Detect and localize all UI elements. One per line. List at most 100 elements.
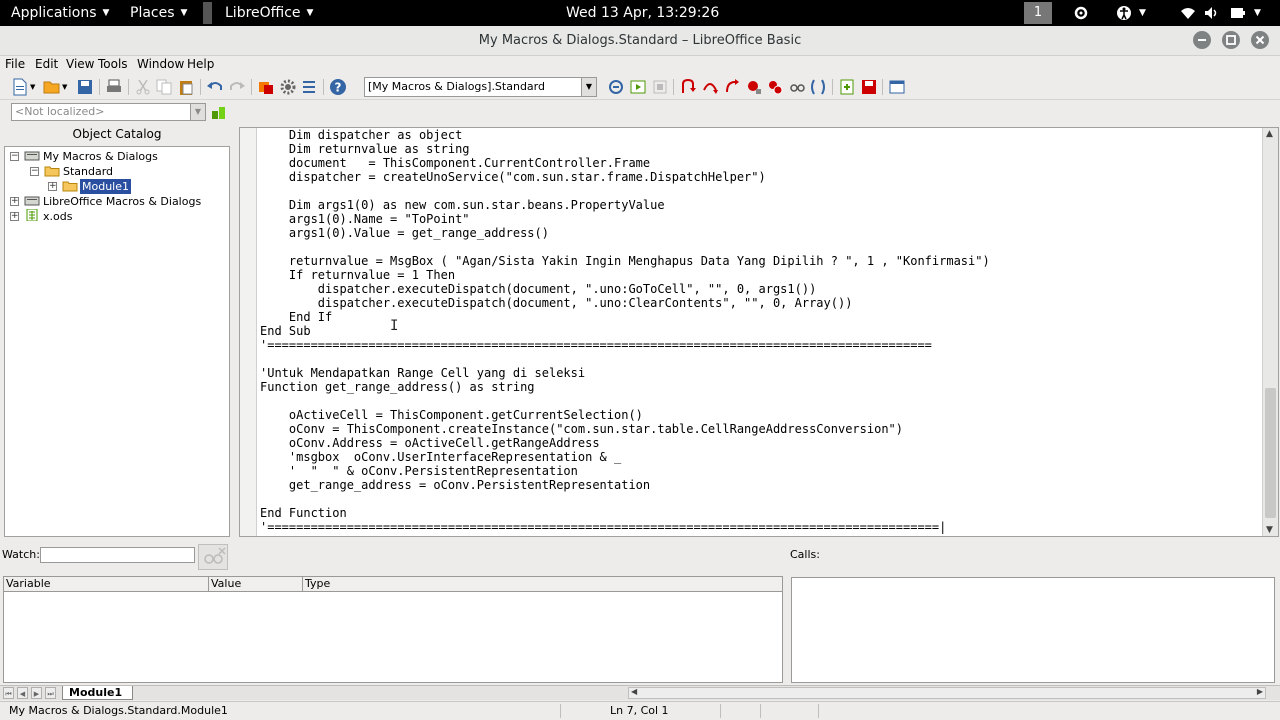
applications-menu[interactable]: Applications ▼ — [11, 0, 109, 26]
breakpoint-icon[interactable] — [745, 78, 763, 96]
print-icon[interactable] — [105, 78, 123, 96]
code-line[interactable]: End If — [260, 310, 1262, 324]
vertical-scrollbar[interactable]: ▲ ▼ — [1262, 128, 1278, 536]
menu-file[interactable]: File — [5, 57, 25, 71]
step-out-icon[interactable] — [723, 78, 741, 96]
battery-icon[interactable] — [1230, 5, 1246, 21]
column-value[interactable]: Value — [209, 577, 303, 591]
scroll-thumb[interactable] — [1265, 388, 1276, 518]
code-line[interactable]: Function get_range_address() as string — [260, 380, 1262, 394]
first-tab-icon[interactable]: ⏮ — [3, 687, 14, 699]
minimize-button[interactable] — [1193, 31, 1211, 49]
places-menu[interactable]: Places ▼ — [130, 0, 187, 26]
redo-icon[interactable] — [228, 78, 246, 96]
scroll-left-icon[interactable]: ◀ — [631, 687, 637, 696]
clock[interactable]: Wed 13 Apr, 13:29:26 — [566, 0, 719, 26]
tree-item-libreoffice-macros[interactable]: + LibreOffice Macros & Dialogs — [8, 194, 228, 209]
tree-item-module1[interactable]: + Module1 — [8, 179, 228, 194]
tree-item-x-ods[interactable]: + x.ods — [8, 209, 228, 224]
accessibility-icon[interactable] — [1116, 5, 1132, 21]
remove-watch-button[interactable] — [198, 544, 228, 570]
maximize-button[interactable] — [1222, 31, 1240, 49]
code-line[interactable]: Dim dispatcher as object — [260, 128, 1262, 142]
stop-icon[interactable] — [651, 78, 669, 96]
paste-icon[interactable] — [177, 78, 195, 96]
insert-source-icon[interactable] — [838, 78, 856, 96]
app-menu[interactable]: LibreOffice ▼ — [225, 0, 313, 26]
collapse-icon[interactable]: − — [30, 167, 39, 176]
code-line[interactable]: If returnvalue = 1 Then — [260, 268, 1262, 282]
compile-icon[interactable] — [607, 78, 625, 96]
code-line[interactable]: 'msgbox oConv.UserInterfaceRepresentatio… — [260, 450, 1262, 464]
help-icon[interactable]: ? — [329, 78, 347, 96]
code-line[interactable]: dispatcher.executeDispatch(document, ".u… — [260, 282, 1262, 296]
code-line[interactable]: oActiveCell = ThisComponent.getCurrentSe… — [260, 408, 1262, 422]
chevron-down-icon[interactable]: ▼ — [62, 78, 70, 96]
open-folder-icon[interactable] — [43, 78, 61, 96]
code-line[interactable]: ' " " & oConv.PersistentRepresentation — [260, 464, 1262, 478]
expand-icon[interactable]: + — [10, 212, 19, 221]
expand-icon[interactable]: + — [48, 182, 57, 191]
settings-icon[interactable] — [1073, 5, 1089, 21]
last-tab-icon[interactable]: ⏭ — [45, 687, 56, 699]
code-line[interactable] — [260, 492, 1262, 506]
workspace-indicator[interactable]: 1 — [1024, 2, 1052, 24]
prev-tab-icon[interactable]: ◀ — [17, 687, 28, 699]
menu-view[interactable]: View — [66, 57, 94, 71]
volume-icon[interactable] — [1203, 5, 1219, 21]
code-line[interactable]: dispatcher = createUnoService("com.sun.s… — [260, 170, 1262, 184]
language-select[interactable]: <Not localized> ▼ — [11, 103, 206, 121]
undo-icon[interactable] — [206, 78, 224, 96]
code-line[interactable]: dispatcher.executeDispatch(document, ".u… — [260, 296, 1262, 310]
code-line[interactable] — [260, 240, 1262, 254]
collapse-icon[interactable]: − — [10, 152, 19, 161]
code-line[interactable]: Dim args1(0) as new com.sun.star.beans.P… — [260, 198, 1262, 212]
step-over-icon[interactable] — [701, 78, 719, 96]
code-line[interactable]: oConv.Address = oActiveCell.getRangeAddr… — [260, 436, 1262, 450]
copy-icon[interactable] — [155, 78, 173, 96]
chevron-down-icon[interactable]: ▼ — [30, 78, 38, 96]
tab-module1[interactable]: Module1 — [62, 686, 134, 700]
code-area[interactable]: Dim dispatcher as object Dim returnvalue… — [260, 128, 1262, 536]
code-line[interactable] — [260, 394, 1262, 408]
column-variable[interactable]: Variable — [4, 577, 209, 591]
scroll-up-icon[interactable]: ▲ — [1266, 129, 1273, 139]
chevron-down-icon[interactable]: ▼ — [581, 78, 596, 96]
scroll-right-icon[interactable]: ▶ — [1257, 687, 1263, 696]
code-line[interactable]: document = ThisComponent.CurrentControll… — [260, 156, 1262, 170]
calls-list[interactable] — [791, 577, 1275, 683]
chevron-down-icon[interactable]: ▼ — [1248, 0, 1261, 26]
code-line[interactable]: oConv = ThisComponent.createInstance("co… — [260, 422, 1262, 436]
cut-icon[interactable] — [134, 78, 152, 96]
watch-input[interactable] — [40, 547, 195, 563]
horizontal-scrollbar[interactable]: ◀ ▶ — [628, 687, 1266, 699]
modules-icon[interactable] — [300, 78, 318, 96]
macros-icon[interactable] — [257, 78, 275, 96]
library-select[interactable]: [My Macros & Dialogs].Standard ▼ — [364, 77, 597, 97]
close-button[interactable] — [1251, 31, 1269, 49]
expand-icon[interactable]: + — [10, 197, 19, 206]
gear-icon[interactable] — [279, 78, 297, 96]
code-line[interactable]: returnvalue = MsgBox ( "Agan/Sista Yakin… — [260, 254, 1262, 268]
chevron-down-icon[interactable]: ▼ — [190, 104, 205, 120]
code-line[interactable]: End Sub — [260, 324, 1262, 338]
manage-languages-icon[interactable] — [210, 103, 228, 121]
code-line[interactable]: Dim returnvalue as string — [260, 142, 1262, 156]
code-line[interactable]: 'Untuk Mendapatkan Range Cell yang di se… — [260, 366, 1262, 380]
code-line[interactable]: get_range_address = oConv.PersistentRepr… — [260, 478, 1262, 492]
step-into-icon[interactable] — [679, 78, 697, 96]
wifi-icon[interactable] — [1180, 5, 1196, 21]
tree-item-my-macros[interactable]: − My Macros & Dialogs — [8, 149, 228, 164]
window-titlebar[interactable]: My Macros & Dialogs.Standard – LibreOffi… — [0, 26, 1280, 56]
find-parentheses-icon[interactable] — [809, 78, 827, 96]
code-line[interactable]: args1(0).Value = get_range_address() — [260, 226, 1262, 240]
new-document-icon[interactable] — [11, 78, 29, 96]
code-line[interactable]: args1(0).Name = "ToPoint" — [260, 212, 1262, 226]
import-dialog-icon[interactable] — [888, 78, 906, 96]
watch-table-body[interactable] — [3, 592, 783, 683]
column-type[interactable]: Type — [303, 577, 782, 591]
chevron-down-icon[interactable]: ▼ — [1133, 0, 1146, 26]
next-tab-icon[interactable]: ▶ — [31, 687, 42, 699]
catalog-tree[interactable]: − My Macros & Dialogs − Standard + Modul… — [4, 146, 230, 537]
save-source-icon[interactable] — [860, 78, 878, 96]
